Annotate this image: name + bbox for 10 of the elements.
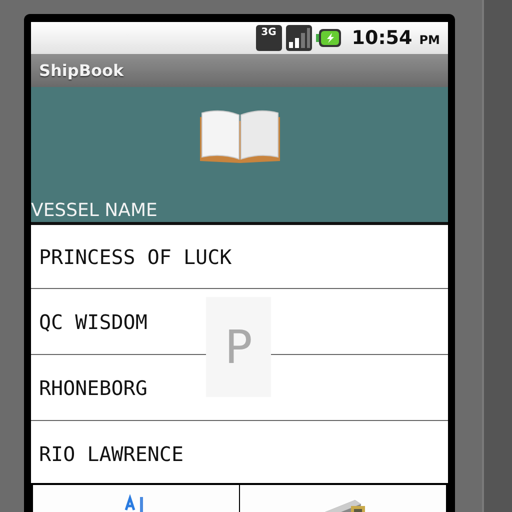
clock-time: 10:54: [352, 27, 412, 49]
battery-icon: [316, 28, 342, 48]
book-icon: [198, 109, 280, 163]
app-title: ShipBook: [39, 61, 124, 80]
network-icon: 3G: [256, 25, 282, 51]
clock-meridiem: PM: [419, 32, 440, 47]
fast-scroll-indicator: P: [206, 297, 271, 397]
signal-icon: [286, 25, 312, 51]
vessel-item[interactable]: PRINCESS OF LUCK: [31, 225, 448, 289]
column-header: VESSEL NAME: [31, 200, 158, 222]
